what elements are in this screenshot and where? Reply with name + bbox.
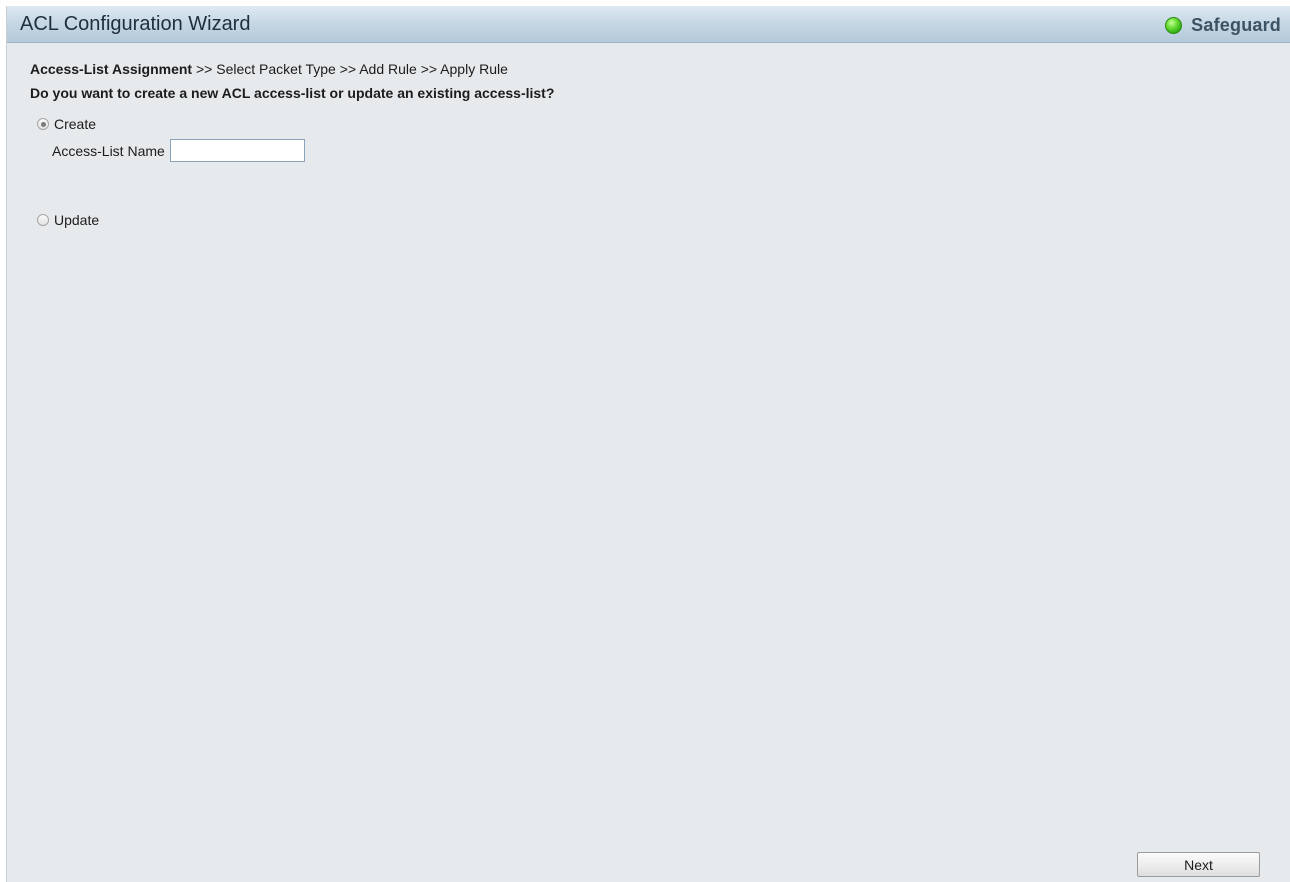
create-option[interactable]: Create: [37, 116, 96, 132]
breadcrumb-step-current: Access-List Assignment: [30, 61, 193, 77]
breadcrumb-separator: >>: [339, 61, 357, 77]
breadcrumb-step: Select Packet Type: [216, 61, 336, 77]
create-label: Create: [54, 116, 97, 132]
update-option[interactable]: Update: [37, 212, 99, 228]
breadcrumb: Access-List Assignment >> Select Packet …: [30, 60, 508, 78]
wizard-panel: ACL Configuration Wizard Safeguard Acces…: [6, 6, 1290, 882]
header-bar: ACL Configuration Wizard Safeguard: [7, 6, 1290, 43]
access-list-name-input[interactable]: [169, 139, 305, 162]
access-list-name-label: Access-List Name: [52, 142, 165, 159]
status-dot-icon: [1165, 16, 1183, 34]
next-button[interactable]: Next: [1137, 852, 1260, 877]
access-list-name-row: Access-List Name: [52, 139, 305, 162]
wizard-question: Do you want to create a new ACL access-l…: [30, 85, 555, 101]
breadcrumb-separator: >>: [195, 61, 213, 77]
safeguard-label: Safeguard: [1191, 14, 1281, 35]
create-radio[interactable]: [37, 118, 49, 130]
breadcrumb-separator: >>: [420, 61, 438, 77]
breadcrumb-step: Add Rule: [359, 61, 417, 77]
safeguard-indicator[interactable]: Safeguard: [1165, 13, 1281, 37]
update-label: Update: [54, 212, 100, 228]
update-radio[interactable]: [37, 214, 49, 226]
page-title: ACL Configuration Wizard: [20, 13, 251, 35]
breadcrumb-step: Apply Rule: [440, 61, 508, 77]
